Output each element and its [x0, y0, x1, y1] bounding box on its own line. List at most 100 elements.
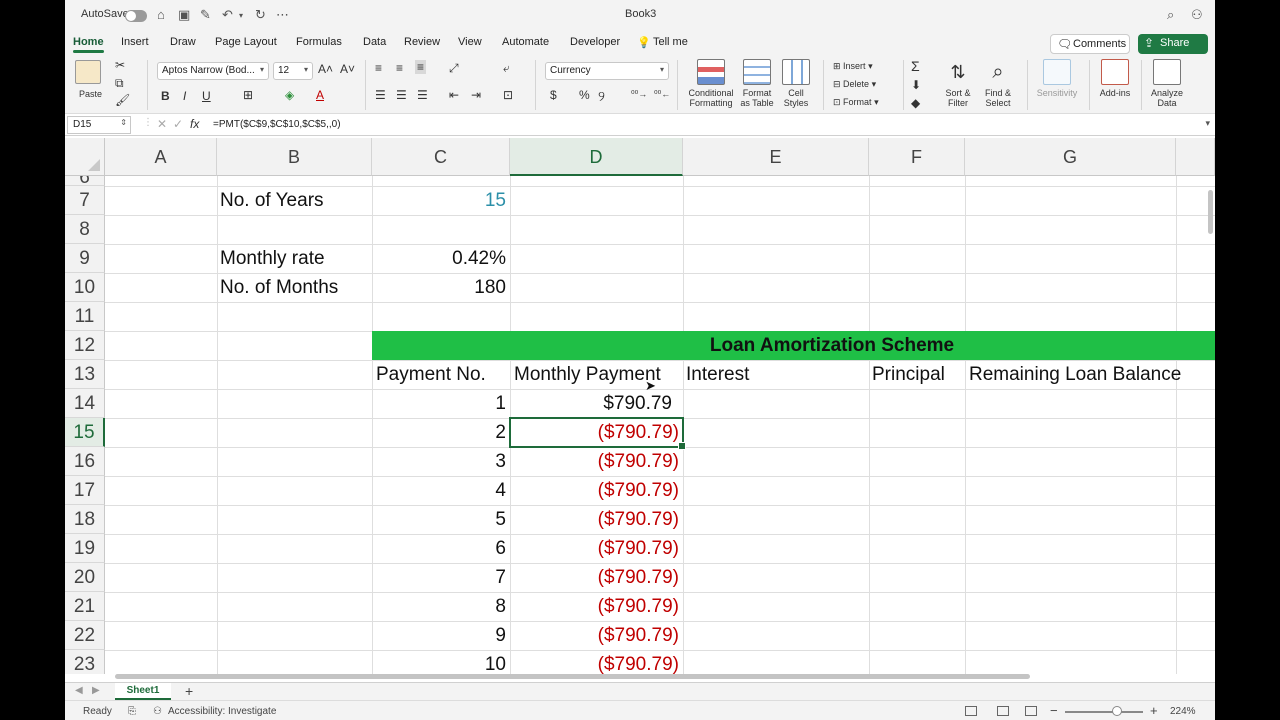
- sensitivity-button[interactable]: Sensitivity: [1033, 59, 1081, 98]
- expand-formula-icon[interactable]: ▾: [1205, 118, 1210, 129]
- tab-view[interactable]: View: [458, 36, 482, 48]
- tab-developer[interactable]: Developer: [570, 36, 620, 48]
- monthly-payment-cell[interactable]: ($790.79): [513, 447, 679, 476]
- next-sheet-icon[interactable]: ▶: [92, 685, 100, 696]
- header-interest[interactable]: Interest: [686, 360, 866, 389]
- cut-icon[interactable]: ✂: [115, 58, 125, 72]
- page-break-view-icon[interactable]: [1025, 706, 1037, 716]
- tab-data[interactable]: Data: [363, 36, 386, 48]
- row-header-16[interactable]: 16: [65, 447, 105, 476]
- cell-b9[interactable]: Monthly rate: [220, 244, 370, 273]
- formula-input[interactable]: =PMT($C$9,$C$10,$C$5,,0): [213, 119, 341, 130]
- row-header-9[interactable]: 9: [65, 244, 105, 273]
- edit-icon[interactable]: ✎: [200, 7, 211, 23]
- add-sheet-button[interactable]: +: [185, 683, 193, 699]
- cell-b7[interactable]: No. of Years: [220, 186, 370, 215]
- payment-no-cell[interactable]: 4: [375, 476, 506, 505]
- accessibility-icon[interactable]: ⚇: [153, 706, 162, 717]
- tab-formulas[interactable]: Formulas: [296, 36, 342, 48]
- undo-dropdown-icon[interactable]: ▾: [239, 11, 243, 20]
- analyze-data-button[interactable]: Analyze Data: [1147, 59, 1187, 108]
- share-button[interactable]: ⇪ Share: [1138, 34, 1208, 54]
- fx-icon[interactable]: fx: [190, 117, 199, 131]
- monthly-payment-cell[interactable]: ($790.79): [513, 650, 679, 674]
- name-box[interactable]: D15 ⇕: [67, 116, 131, 134]
- horizontal-scrollbar[interactable]: [115, 674, 1030, 679]
- row-header-6[interactable]: 6: [65, 176, 105, 186]
- sheet-tab-sheet1[interactable]: Sheet1: [115, 683, 171, 700]
- underline-icon[interactable]: U: [202, 89, 211, 103]
- row-header-11[interactable]: 11: [65, 302, 105, 331]
- align-center-icon[interactable]: ☰: [396, 88, 407, 102]
- payment-no-cell[interactable]: 2: [375, 418, 506, 447]
- insert-cells-button[interactable]: ⊞ Insert ▾: [833, 61, 873, 72]
- number-format-dropdown[interactable]: Currency ▾: [545, 62, 669, 80]
- format-cells-button[interactable]: ⊡ Format ▾: [833, 97, 879, 108]
- prev-sheet-icon[interactable]: ◀: [75, 685, 83, 696]
- increase-indent-icon[interactable]: ⇥: [471, 88, 481, 102]
- italic-icon[interactable]: I: [183, 89, 186, 103]
- row-header-8[interactable]: 8: [65, 215, 105, 244]
- format-painter-icon[interactable]: 🖌: [115, 93, 130, 107]
- home-icon[interactable]: ⌂: [157, 7, 165, 22]
- orientation-icon[interactable]: ⤢: [449, 61, 459, 76]
- payment-no-cell[interactable]: 7: [375, 563, 506, 592]
- currency-icon[interactable]: $: [550, 88, 557, 102]
- search-icon[interactable]: ⌕: [1167, 7, 1174, 23]
- row-header-10[interactable]: 10: [65, 273, 105, 302]
- cell-c10[interactable]: 180: [375, 273, 506, 302]
- column-header-c[interactable]: C: [372, 138, 510, 176]
- row-header-21[interactable]: 21: [65, 592, 105, 621]
- zoom-level[interactable]: 224%: [1170, 706, 1196, 717]
- decrease-font-icon[interactable]: A˅: [340, 62, 355, 76]
- align-right-icon[interactable]: ☰: [417, 88, 428, 102]
- accessibility-status[interactable]: Accessibility: Investigate: [168, 706, 276, 717]
- tab-home[interactable]: Home: [73, 36, 104, 53]
- add-ins-button[interactable]: Add-ins: [1095, 59, 1135, 98]
- autosum-icon[interactable]: Σ: [911, 58, 920, 74]
- bold-icon[interactable]: B: [161, 89, 170, 103]
- zoom-out-button[interactable]: −: [1050, 703, 1058, 718]
- autosave-toggle[interactable]: [125, 10, 147, 22]
- comma-icon[interactable]: ୨: [598, 88, 605, 105]
- header-remaining-loan-balance[interactable]: Remaining Loan Balance: [969, 360, 1215, 389]
- row-header-15[interactable]: 15: [65, 418, 105, 447]
- column-header-b[interactable]: B: [217, 138, 372, 176]
- align-left-icon[interactable]: ☰: [375, 88, 386, 102]
- loan-amortization-title[interactable]: Loan Amortization Scheme: [372, 331, 1215, 360]
- payment-no-cell[interactable]: 1: [375, 389, 506, 418]
- column-header-h[interactable]: [1176, 138, 1215, 176]
- wrap-text-icon[interactable]: ⤶: [503, 61, 510, 76]
- decrease-indent-icon[interactable]: ⇤: [449, 88, 459, 102]
- payment-no-cell[interactable]: 3: [375, 447, 506, 476]
- clear-icon[interactable]: ◆: [911, 96, 920, 110]
- header-payment-no[interactable]: Payment No.: [376, 360, 510, 389]
- row-header-20[interactable]: 20: [65, 563, 105, 592]
- chevron-updown-icon[interactable]: ⇕: [120, 118, 127, 127]
- save-icon[interactable]: ▣: [178, 7, 190, 23]
- payment-no-cell[interactable]: 10: [375, 650, 506, 674]
- header-principal[interactable]: Principal: [872, 360, 964, 389]
- align-middle-icon[interactable]: ≡: [396, 61, 403, 75]
- sort-filter-button[interactable]: ⇅ Sort & Filter: [939, 59, 977, 108]
- comments-button[interactable]: 🗨 Comments: [1050, 34, 1130, 54]
- macro-record-icon[interactable]: ⎘: [128, 706, 136, 717]
- monthly-payment-cell[interactable]: ($790.79): [513, 592, 679, 621]
- monthly-payment-cell[interactable]: ($790.79): [513, 534, 679, 563]
- cancel-icon[interactable]: ✕: [157, 117, 167, 131]
- active-cell-selection[interactable]: [509, 417, 686, 450]
- borders-icon[interactable]: ⊞: [243, 88, 253, 102]
- column-header-e[interactable]: E: [683, 138, 869, 176]
- tab-automate[interactable]: Automate: [502, 36, 549, 48]
- more-icon[interactable]: ⋯: [276, 7, 289, 23]
- percent-icon[interactable]: %: [579, 88, 590, 102]
- row-header-22[interactable]: 22: [65, 621, 105, 650]
- column-header-d[interactable]: D: [510, 138, 683, 176]
- monthly-payment-cell[interactable]: ($790.79): [513, 476, 679, 505]
- font-name-dropdown[interactable]: Aptos Narrow (Bod... ▾: [157, 62, 269, 80]
- enter-icon[interactable]: ✓: [173, 117, 183, 131]
- row-header-13[interactable]: 13: [65, 360, 105, 389]
- font-color-icon[interactable]: A: [316, 88, 324, 102]
- monthly-payment-cell[interactable]: ($790.79): [513, 505, 679, 534]
- zoom-in-button[interactable]: +: [1150, 703, 1158, 718]
